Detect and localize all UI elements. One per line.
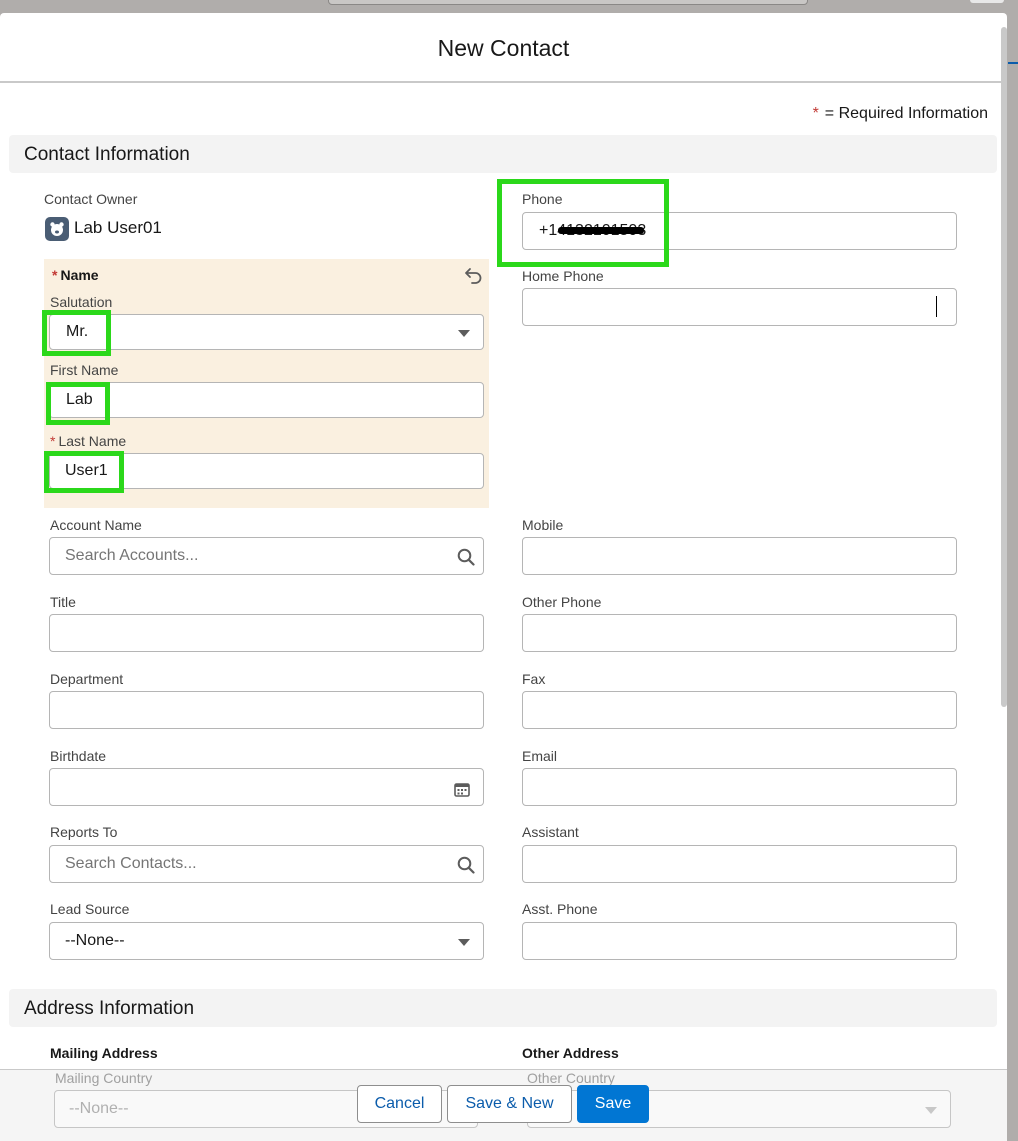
first-name-highlight-box <box>46 382 110 425</box>
required-star: * <box>52 267 58 283</box>
title-input[interactable] <box>49 614 484 652</box>
required-star: * <box>812 105 819 122</box>
fax-label: Fax <box>522 671 546 687</box>
contact-information-header[interactable]: Contact Information <box>9 135 997 173</box>
mobile-input[interactable] <box>522 537 957 575</box>
phone-highlight-box <box>497 179 669 267</box>
chevron-down-icon <box>925 1107 937 1114</box>
lead-source-label: Lead Source <box>50 901 130 917</box>
chevron-down-icon <box>458 939 470 946</box>
first-name-input[interactable]: Lab <box>49 382 484 418</box>
home-phone-input[interactable] <box>522 288 957 326</box>
home-phone-label: Home Phone <box>522 268 604 284</box>
contacts-search-placeholder: Search Contacts... <box>65 855 197 872</box>
search-icon <box>457 856 475 874</box>
account-search-placeholder: Search Accounts... <box>65 547 199 564</box>
modal-header: New Contact <box>0 13 1007 83</box>
user-avatar-icon <box>45 217 69 241</box>
lead-source-select[interactable]: --None-- <box>49 922 484 960</box>
other-country-label: Other Country <box>527 1070 615 1086</box>
section-title: Contact Information <box>24 144 190 165</box>
required-note-text: = Required Information <box>824 105 988 122</box>
search-icon <box>457 548 475 566</box>
mailing-address-label: Mailing Address <box>50 1045 158 1061</box>
department-label: Department <box>50 671 124 687</box>
background-search-bar <box>328 0 808 5</box>
chevron-down-icon <box>458 330 470 337</box>
lead-source-value: --None-- <box>65 932 125 949</box>
last-name-highlight-box <box>44 451 124 493</box>
scrollbar[interactable] <box>1001 27 1007 707</box>
assistant-input[interactable] <box>522 845 957 883</box>
contact-owner-value: Lab User01 <box>74 218 162 237</box>
other-address-label: Other Address <box>522 1045 619 1061</box>
save-and-new-button[interactable]: Save & New <box>447 1085 572 1123</box>
reports-to-search[interactable]: Search Contacts... <box>49 845 484 883</box>
fax-input[interactable] <box>522 691 957 729</box>
address-information-header[interactable]: Address Information <box>9 989 997 1027</box>
account-name-label: Account Name <box>50 517 142 533</box>
asst-phone-label: Asst. Phone <box>522 901 598 917</box>
cancel-button[interactable]: Cancel <box>357 1085 442 1123</box>
birthdate-label: Birthdate <box>50 748 107 764</box>
background-button <box>970 0 1004 3</box>
text-cursor <box>936 296 937 317</box>
salutation-label: Salutation <box>50 294 113 310</box>
email-label: Email <box>522 748 558 764</box>
last-name-label-text: Last Name <box>58 433 127 449</box>
first-name-label: First Name <box>50 362 119 378</box>
name-heading-text: Name <box>60 267 99 283</box>
calendar-icon[interactable] <box>454 782 470 797</box>
email-input[interactable] <box>522 768 957 806</box>
last-name-label: * Last Name <box>50 433 126 449</box>
mailing-country-label: Mailing Country <box>55 1070 153 1086</box>
other-phone-label: Other Phone <box>522 594 602 610</box>
salutation-highlight-box <box>42 310 111 356</box>
mobile-label: Mobile <box>522 517 564 533</box>
mailing-country-value: --None-- <box>69 1100 129 1117</box>
birthdate-input[interactable] <box>49 768 484 806</box>
required-info-note: * = Required Information <box>813 105 988 123</box>
contact-owner-label: Contact Owner <box>44 191 138 207</box>
required-star: * <box>50 433 56 449</box>
department-input[interactable] <box>49 691 484 729</box>
undo-icon[interactable] <box>464 266 484 284</box>
save-button[interactable]: Save <box>577 1085 649 1123</box>
background-accent <box>1008 62 1018 64</box>
account-name-search[interactable]: Search Accounts... <box>49 537 484 575</box>
title-label: Title <box>50 594 76 610</box>
salutation-select[interactable]: Mr. <box>49 314 484 350</box>
asst-phone-input[interactable] <box>522 922 957 960</box>
reports-to-label: Reports To <box>50 824 118 840</box>
assistant-label: Assistant <box>522 824 579 840</box>
name-heading: * Name <box>52 267 99 283</box>
other-phone-input[interactable] <box>522 614 957 652</box>
section-title: Address Information <box>24 998 195 1019</box>
modal-title: New Contact <box>437 35 570 61</box>
